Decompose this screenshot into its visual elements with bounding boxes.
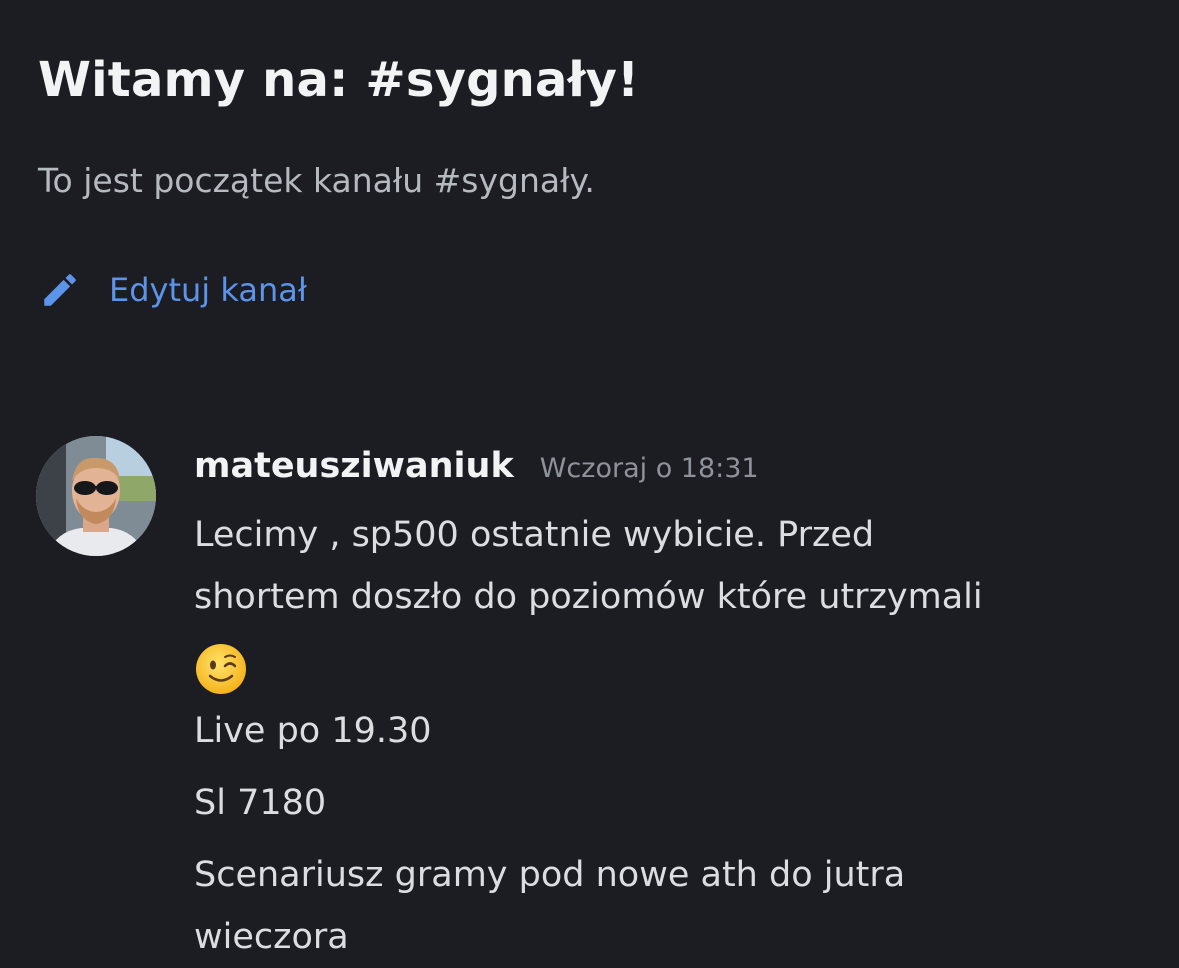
- message-text-line: shortem doszło do poziomów które utrzyma…: [194, 577, 983, 617]
- message-header: mateusziwaniuk Wczoraj o 18:31: [194, 446, 1144, 486]
- edit-channel-button[interactable]: Edytuj kanał: [38, 268, 307, 312]
- welcome-title: Witamy na: #sygnały!: [38, 52, 640, 108]
- message-text-line: Lecimy , sp500 ostatnie wybicie. Przed: [194, 515, 875, 555]
- message-text-line: Live po 19.30: [194, 711, 432, 751]
- pencil-icon: [38, 268, 82, 312]
- message-timestamp: Wczoraj o 18:31: [539, 453, 759, 484]
- message-text-line: wieczora: [194, 917, 349, 957]
- channel-welcome: Witamy na: #sygnały!: [38, 52, 1138, 110]
- username[interactable]: mateusziwaniuk: [194, 446, 514, 486]
- message-text-line: Sl 7180: [194, 783, 327, 823]
- winking-face-emoji: [194, 642, 248, 700]
- edit-channel-label: Edytuj kanał: [109, 271, 307, 309]
- user-avatar[interactable]: [36, 436, 156, 556]
- message-text-line: Scenariusz gramy pod nowe ath do jutra: [194, 855, 906, 895]
- welcome-subtitle: To jest początek kanału #sygnały.: [38, 161, 595, 200]
- message-body: mateusziwaniuk Wczoraj o 18:31 Lecimy , …: [194, 446, 1144, 955]
